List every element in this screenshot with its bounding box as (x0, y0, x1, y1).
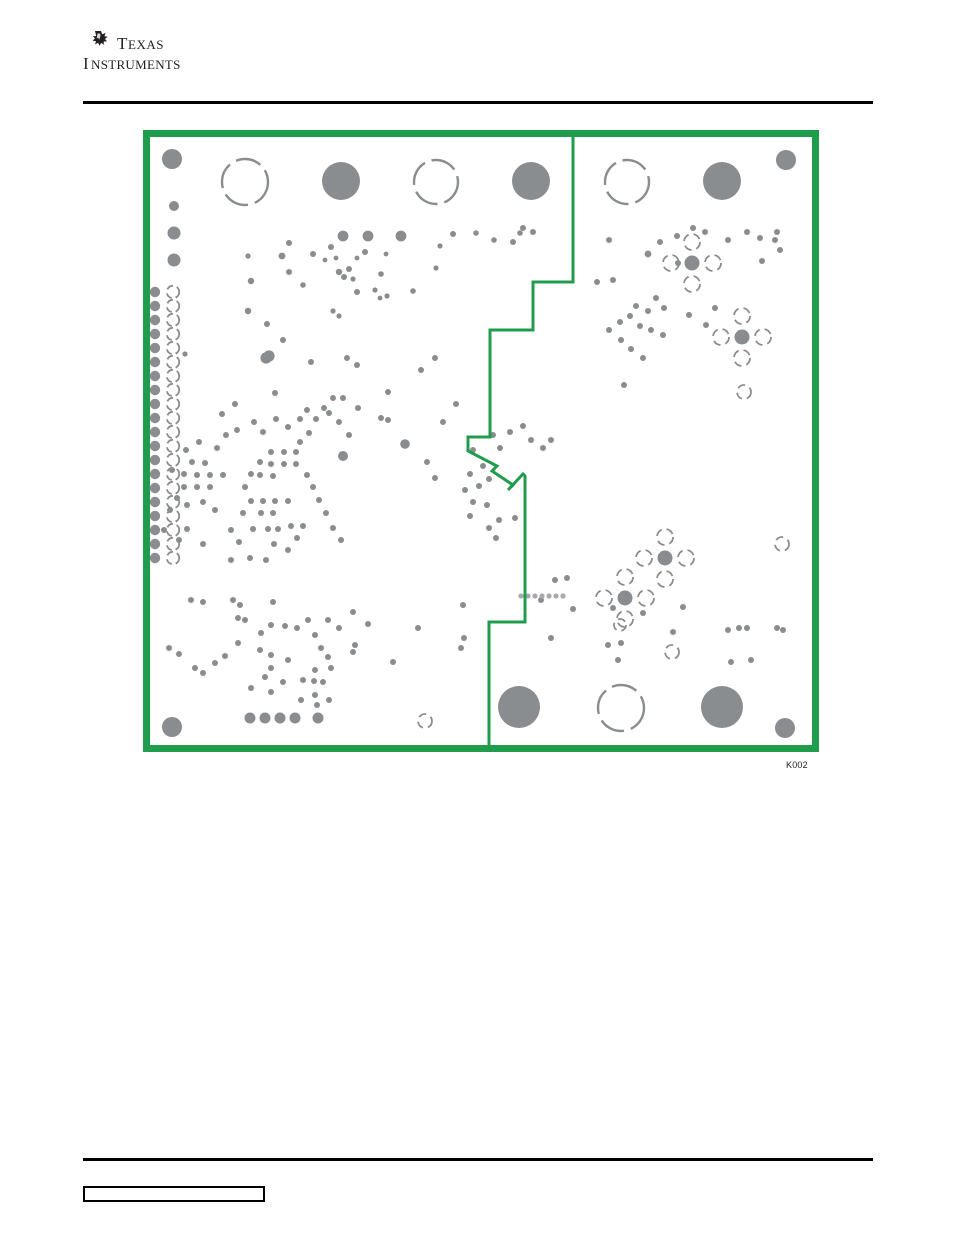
mounting-hole-bl (162, 717, 182, 737)
left-via (169, 201, 179, 211)
top-pad-c (703, 162, 741, 200)
figure-id-label: K002 (786, 760, 808, 770)
bottom-pad-a (498, 686, 540, 728)
footer-note-box (83, 1186, 265, 1202)
mounting-hole-tl (162, 149, 182, 169)
top-pad-b (512, 162, 550, 200)
left-via (167, 253, 181, 267)
pcb-layer-figure-block: K002 (0, 0, 954, 1235)
pcb-layer-plot (143, 130, 819, 752)
bottom-pad-b (701, 686, 743, 728)
board-fill (143, 130, 819, 752)
footer-divider-rule (83, 1158, 873, 1161)
left-via (167, 226, 181, 240)
mounting-hole-br (775, 718, 795, 738)
mounting-hole-tr (776, 150, 796, 170)
top-pad-a (322, 162, 360, 200)
